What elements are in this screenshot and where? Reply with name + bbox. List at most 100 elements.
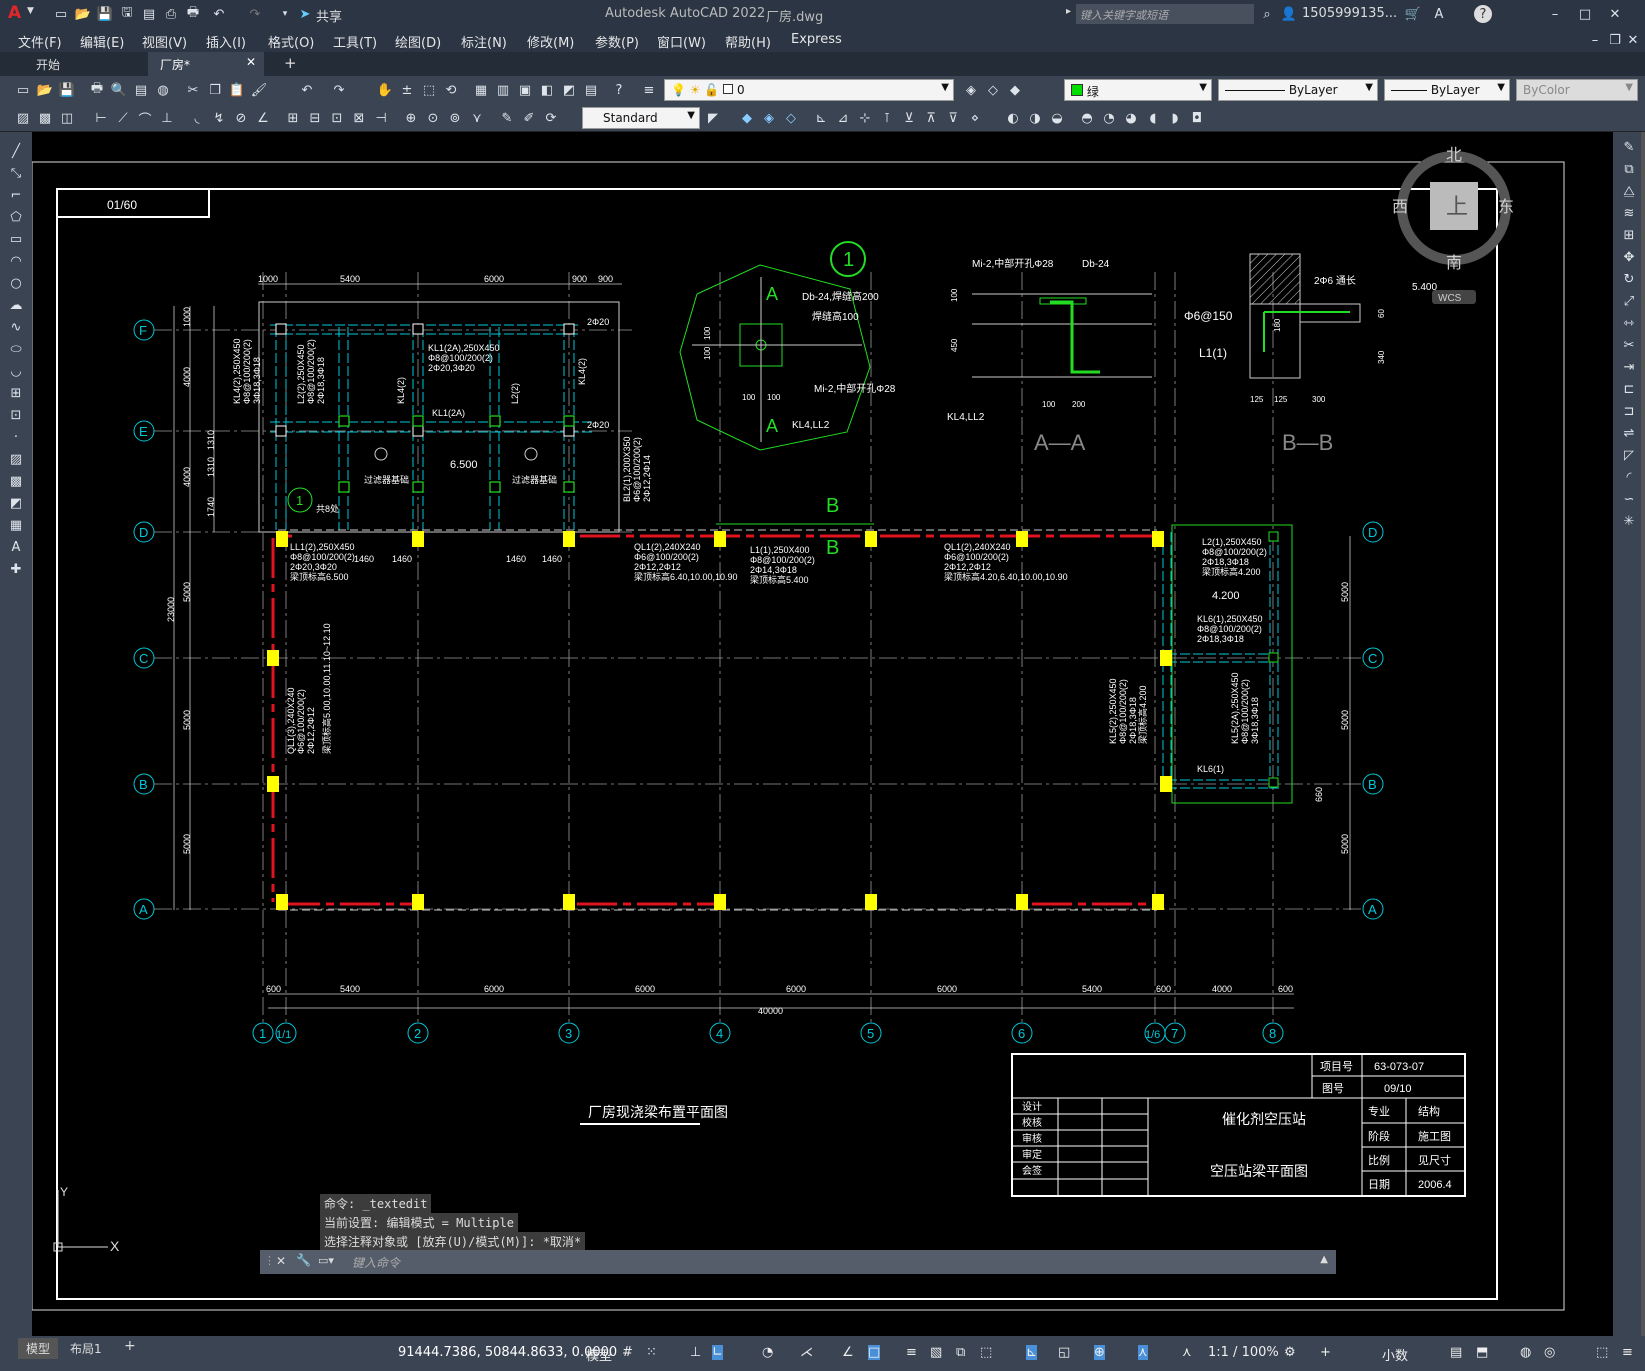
menu-express[interactable]: Express bbox=[791, 32, 842, 47]
dim-edit-icon[interactable]: ✎ bbox=[498, 109, 516, 127]
selection-filter-icon[interactable]: ◱ bbox=[1058, 1345, 1070, 1360]
drawing-svg[interactable]: 01/60 FED DC CB BA A1 1/1 2 3 4 5 6 1/6 7 8 bbox=[32, 132, 1613, 1336]
quick-properties-icon[interactable]: ▤ bbox=[1450, 1345, 1462, 1360]
tab-close-icon[interactable]: ✕ bbox=[246, 55, 256, 69]
wcs-label[interactable]: WCS bbox=[1438, 293, 1462, 304]
lineweight-combo[interactable]: ByLayer ▼ bbox=[1384, 79, 1510, 101]
matchprop-icon[interactable]: 🖌 bbox=[250, 81, 268, 99]
mtext-icon[interactable]: A bbox=[7, 540, 25, 558]
view-icon-5[interactable]: ◔ bbox=[1100, 109, 1118, 127]
xline-icon[interactable]: ⤡ bbox=[7, 166, 25, 184]
rectangle-icon[interactable]: ▭ bbox=[7, 232, 25, 250]
customization-icon[interactable]: ≡ bbox=[1622, 1345, 1633, 1360]
blend-icon[interactable]: ∽ bbox=[1620, 492, 1638, 510]
search-arrow-icon[interactable]: ▸ bbox=[1066, 6, 1071, 17]
print-icon[interactable]: 🖶 bbox=[184, 5, 202, 23]
ucs-icon-3[interactable]: ⊹ bbox=[856, 109, 874, 127]
search-icon[interactable]: ⌕ bbox=[1258, 5, 1276, 23]
line-icon[interactable]: ╱ bbox=[7, 144, 25, 162]
orbit-icon-3[interactable]: ◇ bbox=[782, 109, 800, 127]
tolerance-icon[interactable]: ⊕ bbox=[402, 109, 420, 127]
view-icon-4[interactable]: ◓ bbox=[1078, 109, 1096, 127]
command-scroll-icon[interactable]: ▲ bbox=[1320, 1254, 1328, 1265]
autodesk-icon[interactable]: A bbox=[1430, 5, 1448, 23]
ucs-icon-7[interactable]: ⊽ bbox=[944, 109, 962, 127]
rotate-icon[interactable]: ↻ bbox=[1620, 272, 1638, 290]
trim-icon[interactable]: ✂ bbox=[1620, 338, 1638, 356]
doc-close-icon[interactable]: ✕ bbox=[1624, 31, 1642, 49]
revcloud-icon[interactable]: ☁ bbox=[7, 298, 25, 316]
spline-icon[interactable]: ∿ bbox=[7, 320, 25, 338]
app-logo[interactable]: A bbox=[8, 3, 21, 23]
inspect-icon[interactable]: ⊚ bbox=[446, 109, 464, 127]
dynamic-ucs-icon[interactable]: ⊾ bbox=[1026, 1345, 1037, 1360]
mirror-icon[interactable]: ⧋ bbox=[1620, 184, 1638, 202]
units-button[interactable]: 小数 bbox=[1382, 1345, 1408, 1364]
undo-icon[interactable]: ↶ bbox=[210, 5, 228, 23]
explode-icon[interactable]: ✳ bbox=[1620, 514, 1638, 532]
doc-restore-icon[interactable]: ❐ bbox=[1606, 31, 1624, 49]
viewcube-north[interactable]: 北 bbox=[1446, 146, 1462, 164]
cut-icon[interactable]: ✂ bbox=[184, 81, 202, 99]
infer-icon[interactable]: ⊥ bbox=[690, 1345, 701, 1360]
gradient-icon[interactable]: ▩ bbox=[7, 474, 25, 492]
annotation-scale[interactable]: 1:1 / 100% bbox=[1208, 1345, 1279, 1360]
isodraft-icon[interactable]: ⋌ bbox=[800, 1345, 813, 1360]
tab-current-file[interactable]: 厂房* ✕ bbox=[148, 52, 264, 76]
view-icon-6[interactable]: ◕ bbox=[1122, 109, 1140, 127]
osnap-tracking-icon[interactable]: ∠ bbox=[842, 1345, 854, 1360]
user-icon[interactable]: 👤 bbox=[1280, 5, 1298, 23]
dim-baseline-icon[interactable]: ⊟ bbox=[306, 109, 324, 127]
new-file-icon[interactable]: ▭ bbox=[52, 5, 70, 23]
join-icon[interactable]: ⇌ bbox=[1620, 426, 1638, 444]
preview-icon[interactable]: 🔍 bbox=[110, 81, 128, 99]
polar-icon[interactable]: ◔ bbox=[762, 1345, 773, 1360]
dim-diameter-icon[interactable]: ⊘ bbox=[232, 109, 250, 127]
snap-icon[interactable]: ⁙ bbox=[646, 1345, 657, 1360]
viewcube-east[interactable]: 东 bbox=[1498, 198, 1514, 216]
publish-icon[interactable]: ▤ bbox=[140, 5, 158, 23]
markup-icon[interactable]: ◩ bbox=[560, 81, 578, 99]
zoom-realtime-icon[interactable]: ± bbox=[398, 81, 416, 99]
stretch-icon[interactable]: ⇿ bbox=[1620, 316, 1638, 334]
layer-walk-icon[interactable]: ◫ bbox=[58, 109, 76, 127]
app-menu-chevron-icon[interactable]: ▼ bbox=[27, 6, 34, 16]
lineweight-icon[interactable]: ≡ bbox=[906, 1345, 917, 1360]
tab-model[interactable]: 模型 bbox=[18, 1338, 59, 1359]
menu-view[interactable]: 视图(V) bbox=[142, 32, 187, 51]
dim-space-icon[interactable]: ⊠ bbox=[350, 109, 368, 127]
transparency-icon[interactable]: ▧ bbox=[930, 1345, 942, 1360]
dimstyle-combo[interactable]: Standard ▼ bbox=[582, 107, 700, 129]
search-input[interactable]: 键入关键字或短语 bbox=[1080, 7, 1168, 23]
annotation-visibility-icon[interactable]: ⋏ bbox=[1138, 1345, 1148, 1360]
3d-osnap-icon[interactable]: ⬚ bbox=[980, 1345, 992, 1360]
jogged-linear-icon[interactable]: ⋎ bbox=[468, 109, 486, 127]
isolate-icon[interactable]: ◍ bbox=[1520, 1345, 1531, 1360]
viewcube-top[interactable]: 上 bbox=[1446, 194, 1468, 219]
selection-cycling-icon[interactable]: ⧉ bbox=[956, 1345, 965, 1360]
command-grip-icon[interactable]: ⋮ bbox=[264, 1254, 275, 1267]
command-input[interactable]: 键入命令 bbox=[352, 1254, 400, 1271]
color-combo[interactable]: 绿 ▼ bbox=[1064, 79, 1212, 101]
region-icon[interactable]: ◩ bbox=[7, 496, 25, 514]
menu-tools[interactable]: 工具(T) bbox=[333, 32, 377, 51]
dim-jogged-icon[interactable]: ↯ bbox=[210, 109, 228, 127]
dim-continue-icon[interactable]: ⊡ bbox=[328, 109, 346, 127]
layer-states-icon[interactable]: ◆ bbox=[1006, 81, 1024, 99]
cart-icon[interactable]: 🛒 bbox=[1404, 5, 1422, 23]
dim-radius-icon[interactable]: ◟ bbox=[188, 109, 206, 127]
menu-dimension[interactable]: 标注(N) bbox=[461, 32, 507, 51]
autoscale-icon[interactable]: ⋏ bbox=[1182, 1345, 1192, 1360]
move-icon[interactable]: ✥ bbox=[1620, 250, 1638, 268]
workspace-icon[interactable]: ⚙ bbox=[1284, 1345, 1296, 1360]
menu-help[interactable]: 帮助(H) bbox=[725, 32, 771, 51]
break-icon[interactable]: ⊐ bbox=[1620, 404, 1638, 422]
menu-draw[interactable]: 绘图(D) bbox=[395, 32, 441, 51]
dim-update-icon[interactable]: ⟳ bbox=[542, 109, 560, 127]
array-icon[interactable]: ⊞ bbox=[1620, 228, 1638, 246]
dim-break-icon[interactable]: ⊣ bbox=[372, 109, 390, 127]
menu-insert[interactable]: 插入(I) bbox=[206, 32, 246, 51]
polygon-icon[interactable]: ⬠ bbox=[7, 210, 25, 228]
new-layout-icon[interactable]: + bbox=[124, 1338, 136, 1354]
hatch-icon[interactable]: ▨ bbox=[7, 452, 25, 470]
